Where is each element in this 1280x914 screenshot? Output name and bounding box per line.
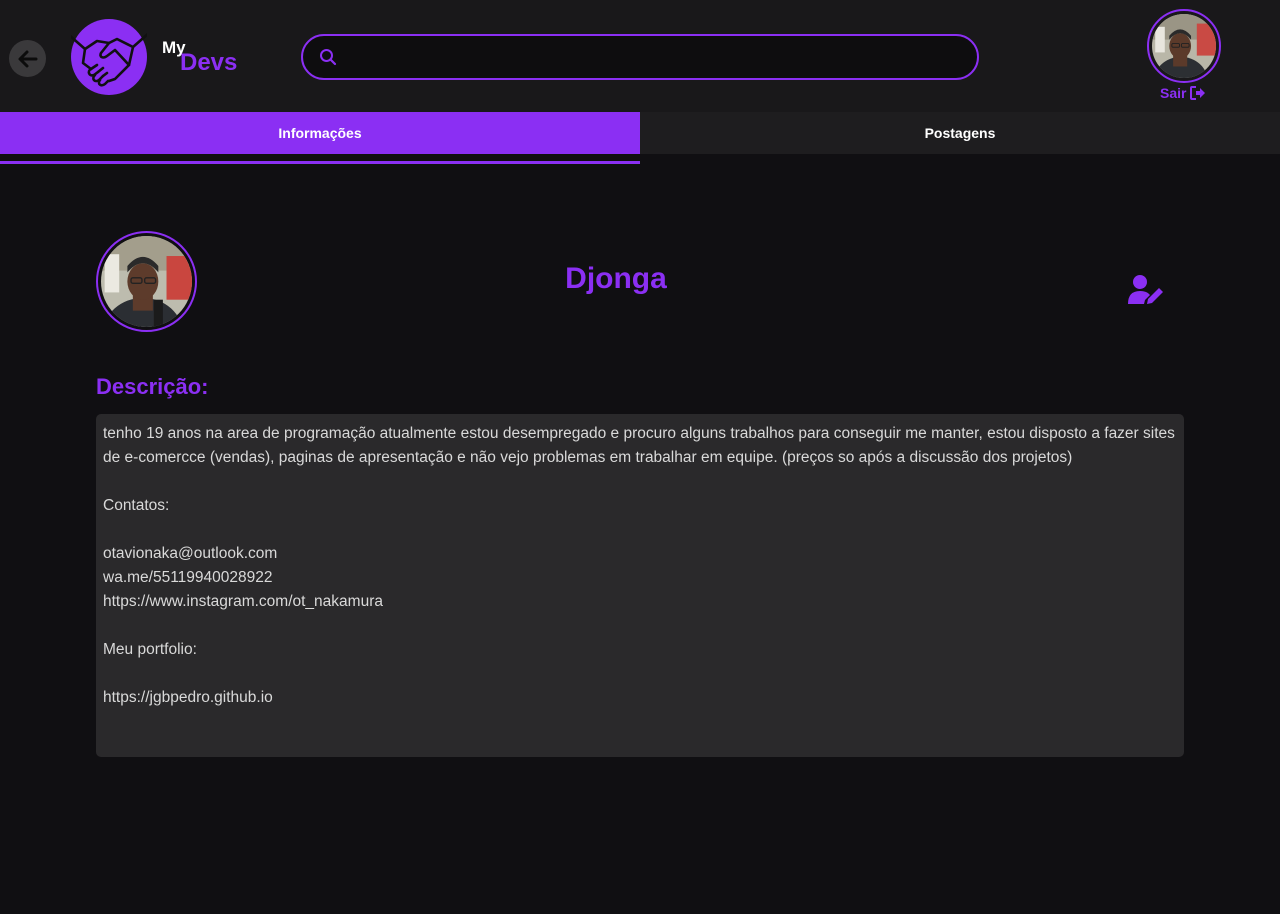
- description-title: Descrição:: [96, 374, 209, 399]
- search-icon: [320, 49, 337, 66]
- logout-label: Sair: [1160, 85, 1187, 101]
- search-bar[interactable]: [301, 34, 979, 80]
- edit-profile-button[interactable]: [1128, 274, 1166, 306]
- description-text: tenho 19 anos na area de programação atu…: [96, 414, 1184, 757]
- top-bar: My Devs Sair: [0, 0, 1280, 112]
- handshake-icon: [71, 33, 147, 87]
- logout-icon: [1190, 86, 1206, 100]
- logo[interactable]: [71, 19, 147, 95]
- user-avatar[interactable]: [1147, 9, 1221, 83]
- logout-button[interactable]: Sair: [1160, 85, 1206, 101]
- profile-name: Djonga: [565, 262, 667, 295]
- tab-label: Informações: [278, 125, 362, 141]
- tab-informacoes[interactable]: Informações: [0, 112, 640, 154]
- search-input[interactable]: [337, 36, 977, 78]
- active-tab-indicator: [0, 161, 640, 164]
- user-edit-icon: [1128, 275, 1163, 304]
- tab-label: Postagens: [924, 125, 996, 141]
- tab-postagens[interactable]: Postagens: [640, 112, 1280, 154]
- profile-tabs: Informações Postagens: [0, 112, 1280, 154]
- arrow-left-icon: [18, 50, 37, 67]
- logo-text-devs: Devs: [180, 49, 238, 76]
- back-button[interactable]: [9, 40, 46, 77]
